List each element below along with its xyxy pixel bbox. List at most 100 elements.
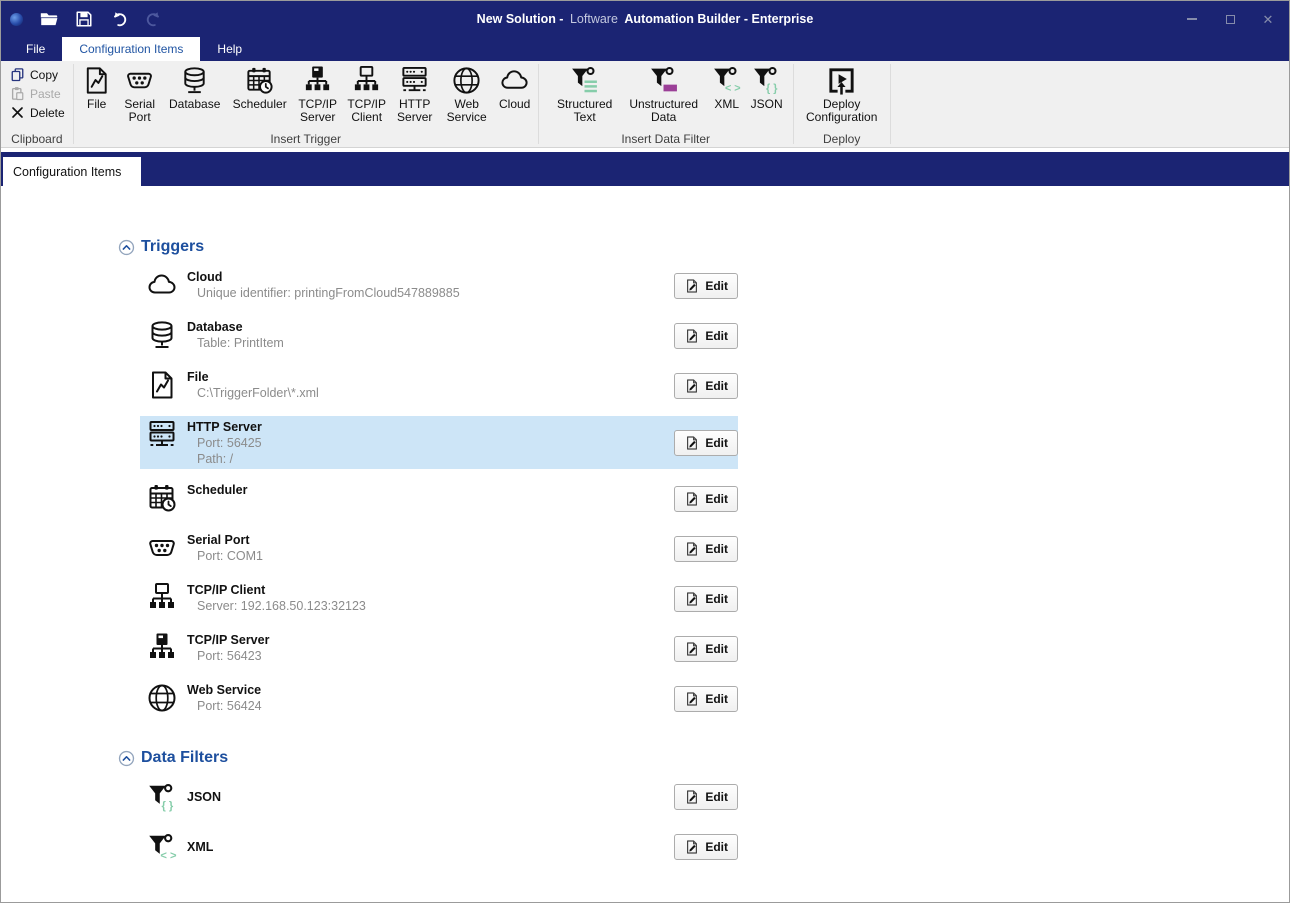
structured-text-filter-icon	[569, 65, 600, 96]
edit-button[interactable]: Edit	[674, 323, 738, 349]
app-icon[interactable]	[10, 13, 23, 26]
tcpip-client-icon	[351, 65, 382, 96]
edit-button[interactable]: Edit	[674, 686, 738, 712]
serial-port-icon	[124, 65, 155, 96]
deploy-group-label: Deploy	[794, 132, 890, 146]
edit-button[interactable]: Edit	[674, 784, 738, 810]
triggers-section-header: Triggers	[118, 186, 1289, 256]
insert-json-filter-button[interactable]: JSON	[747, 63, 787, 111]
title-product: Automation Builder - Enterprise	[624, 12, 813, 26]
filter-row-xml[interactable]: XML Edit	[140, 827, 738, 867]
group-separator	[890, 64, 891, 144]
trigger-row-serial-port[interactable]: Serial Port Port: COM1 Edit	[140, 529, 738, 569]
clipboard-group: Copy Paste Delete Clipboard	[1, 61, 73, 147]
trigger-row-tcpip-client[interactable]: TCP/IP Client Server: 192.168.50.123:321…	[140, 579, 738, 619]
edit-icon	[684, 435, 700, 451]
title-solution: New Solution -	[477, 12, 564, 26]
edit-button[interactable]: Edit	[674, 536, 738, 562]
tcpip-client-icon	[146, 582, 178, 614]
redo-icon	[145, 10, 163, 28]
minimize-button[interactable]	[1185, 12, 1199, 26]
edit-icon	[684, 378, 700, 394]
data-filters-section-header: Data Filters	[118, 749, 1289, 767]
tcpip-server-icon	[146, 632, 178, 664]
scheduler-icon	[244, 65, 275, 96]
collapse-chevron-icon[interactable]	[118, 239, 135, 256]
insert-database-trigger-button[interactable]: Database	[163, 63, 227, 111]
json-filter-icon	[751, 65, 782, 96]
insert-structured-text-filter-button[interactable]: Structured Text	[549, 63, 621, 124]
insert-scheduler-trigger-button[interactable]: Scheduler	[227, 63, 293, 111]
maximize-button[interactable]	[1223, 12, 1237, 26]
trigger-row-scheduler[interactable]: Scheduler Edit	[140, 479, 738, 519]
web-service-icon	[146, 682, 178, 714]
window-controls: ✕	[1185, 1, 1275, 37]
collapse-chevron-icon[interactable]	[118, 750, 135, 767]
trigger-row-file[interactable]: File C:\TriggerFolder\*.xml Edit	[140, 366, 738, 406]
insert-unstructured-data-filter-button[interactable]: Unstructured Data	[621, 63, 707, 124]
cloud-icon	[146, 269, 178, 301]
filter-row-json[interactable]: JSON Edit	[140, 777, 738, 817]
database-icon	[179, 65, 210, 96]
ribbon-tab-bar: File Configuration Items Help	[1, 37, 1289, 61]
deploy-icon	[826, 65, 857, 96]
edit-button[interactable]: Edit	[674, 586, 738, 612]
edit-button[interactable]: Edit	[674, 636, 738, 662]
copy-button[interactable]: Copy	[10, 66, 65, 83]
document-tab-configuration-items[interactable]: Configuration Items	[3, 157, 141, 186]
file-icon	[81, 65, 112, 96]
http-server-icon	[146, 419, 178, 451]
scheduler-icon	[146, 482, 178, 514]
edit-button[interactable]: Edit	[674, 430, 738, 456]
edit-icon	[684, 541, 700, 557]
edit-icon	[684, 789, 700, 805]
triggers-list: Cloud Unique identifier: printingFromClo…	[140, 266, 738, 719]
edit-button[interactable]: Edit	[674, 834, 738, 860]
serial-port-icon	[146, 532, 178, 564]
open-folder-icon[interactable]	[40, 10, 58, 28]
tab-configuration-items[interactable]: Configuration Items	[62, 37, 200, 61]
content-area: Triggers Cloud Unique identifier: printi…	[1, 186, 1289, 867]
deploy-group: Deploy Configuration Deploy	[794, 61, 890, 147]
edit-icon	[684, 691, 700, 707]
edit-icon	[684, 641, 700, 657]
trigger-row-cloud[interactable]: Cloud Unique identifier: printingFromClo…	[140, 266, 738, 306]
http-server-icon	[399, 65, 430, 96]
insert-cloud-trigger-button[interactable]: Cloud	[495, 63, 535, 111]
insert-tcpip-server-trigger-button[interactable]: TCP/IP Server	[293, 63, 343, 124]
insert-tcpip-client-trigger-button[interactable]: TCP/IP Client	[343, 63, 391, 124]
trigger-row-database[interactable]: Database Table: PrintItem Edit	[140, 316, 738, 356]
insert-trigger-group-label: Insert Trigger	[74, 132, 538, 146]
delete-icon	[10, 105, 25, 120]
xml-filter-icon	[711, 65, 742, 96]
triggers-section-title: Triggers	[141, 238, 204, 256]
trigger-row-web-service[interactable]: Web Service Port: 56424 Edit	[140, 679, 738, 719]
save-icon[interactable]	[75, 10, 93, 28]
delete-button[interactable]: Delete	[10, 104, 65, 121]
edit-button[interactable]: Edit	[674, 273, 738, 299]
tab-file[interactable]: File	[9, 37, 62, 61]
app-window: New Solution - Loftware Automation Build…	[0, 0, 1290, 903]
data-filters-section-title: Data Filters	[141, 749, 228, 767]
trigger-row-http-server[interactable]: HTTP Server Port: 56425 Path: / Edit	[140, 416, 738, 469]
undo-icon[interactable]	[110, 10, 128, 28]
insert-http-server-trigger-button[interactable]: HTTP Server	[391, 63, 439, 124]
data-filters-list: JSON Edit XML Edit	[140, 777, 738, 867]
edit-button[interactable]: Edit	[674, 373, 738, 399]
edit-button[interactable]: Edit	[674, 486, 738, 512]
edit-icon	[684, 591, 700, 607]
window-title: New Solution - Loftware Automation Build…	[1, 12, 1289, 26]
xml-filter-icon	[146, 832, 178, 864]
edit-icon	[684, 491, 700, 507]
deploy-configuration-button[interactable]: Deploy Configuration	[798, 63, 886, 124]
insert-file-trigger-button[interactable]: File	[77, 63, 117, 111]
clipboard-group-label: Clipboard	[1, 132, 73, 146]
trigger-row-tcpip-server[interactable]: TCP/IP Server Port: 56423 Edit	[140, 629, 738, 669]
insert-serial-port-trigger-button[interactable]: Serial Port	[117, 63, 163, 124]
title-bar: New Solution - Loftware Automation Build…	[1, 1, 1289, 37]
tab-help[interactable]: Help	[200, 37, 259, 61]
edit-icon	[684, 278, 700, 294]
insert-web-service-trigger-button[interactable]: Web Service	[439, 63, 495, 124]
close-button[interactable]: ✕	[1261, 12, 1275, 26]
insert-xml-filter-button[interactable]: XML	[707, 63, 747, 111]
